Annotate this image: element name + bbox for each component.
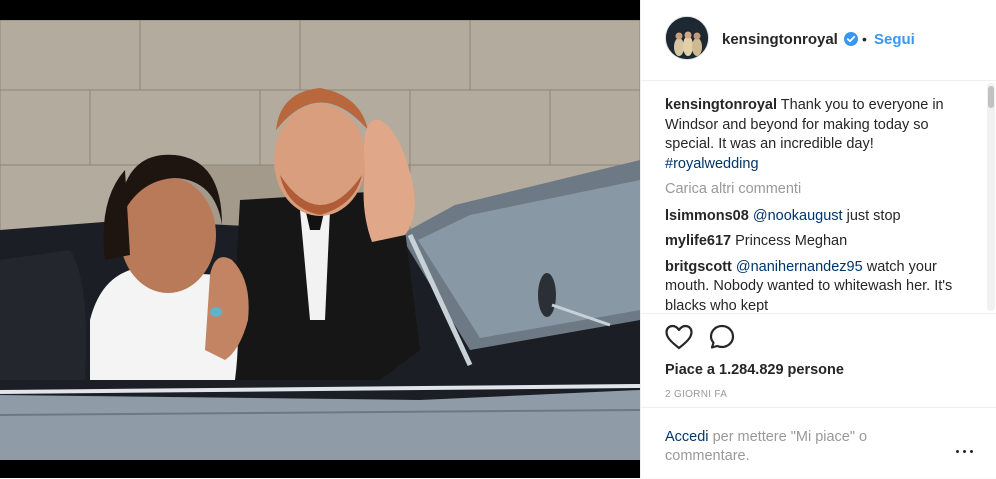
post-actions: Piace a 1.284.829 persone 2 GIORNI FA bbox=[641, 313, 996, 408]
comment-mention[interactable]: @nanihernandez95 bbox=[736, 259, 863, 275]
login-link[interactable]: Accedi bbox=[665, 429, 709, 445]
post-footer: Accedi per mettere "Mi piace" o commenta… bbox=[641, 407, 996, 479]
caption-username[interactable]: kensingtonroyal bbox=[665, 97, 777, 113]
avatar-image bbox=[666, 17, 708, 59]
scrollbar-thumb[interactable] bbox=[988, 86, 994, 108]
post-timestamp[interactable]: 2 GIORNI FA bbox=[665, 389, 727, 400]
comment-item: mylife617 Princess Meghan bbox=[665, 232, 965, 252]
heart-icon[interactable] bbox=[665, 324, 693, 350]
instagram-post: kensingtonroyal • Segui kensingtonroyal … bbox=[0, 0, 996, 478]
comment-text: just stop bbox=[846, 207, 901, 224]
photo-letterbox-top bbox=[0, 0, 640, 20]
likes-count[interactable]: Piace a 1.284.829 persone bbox=[665, 362, 844, 378]
load-more-comments-button[interactable]: Carica altri commenti bbox=[665, 180, 965, 200]
post-header: kensingtonroyal • Segui bbox=[641, 0, 996, 81]
photo-letterbox-bottom bbox=[0, 460, 640, 478]
comment-item: lsimmons08 @nookaugust just stop bbox=[665, 207, 965, 227]
profile-avatar[interactable] bbox=[665, 16, 709, 60]
follow-button[interactable]: Segui bbox=[874, 31, 915, 48]
comment-mention[interactable]: @nookaugust bbox=[753, 208, 843, 224]
comment-text: Princess Meghan bbox=[735, 233, 848, 249]
comment-bubble-icon[interactable] bbox=[709, 324, 735, 350]
header-separator: • bbox=[862, 31, 867, 47]
comments-scrollbar[interactable] bbox=[987, 83, 995, 311]
post-side-panel: kensingtonroyal • Segui kensingtonroyal … bbox=[640, 0, 996, 478]
post-author-username[interactable]: kensingtonroyal bbox=[722, 31, 838, 48]
wedding-photo-illustration bbox=[0, 20, 640, 460]
comment-username[interactable]: mylife617 bbox=[665, 233, 731, 249]
comment-item: britgscott @nanihernandez95 watch your m… bbox=[665, 258, 965, 313]
comment-username[interactable]: lsimmons08 bbox=[665, 208, 749, 224]
login-prompt: Accedi per mettere "Mi piace" o commenta… bbox=[665, 428, 905, 466]
post-photo[interactable] bbox=[0, 20, 640, 460]
post-caption: kensingtonroyal Thank you to everyone in… bbox=[665, 96, 965, 174]
comment-username[interactable]: britgscott bbox=[665, 259, 732, 275]
caption-hashtag[interactable]: #royalwedding bbox=[665, 156, 759, 172]
more-options-icon[interactable] bbox=[956, 446, 974, 456]
verified-badge-icon bbox=[844, 32, 858, 46]
comments-list[interactable]: kensingtonroyal Thank you to everyone in… bbox=[665, 96, 965, 312]
